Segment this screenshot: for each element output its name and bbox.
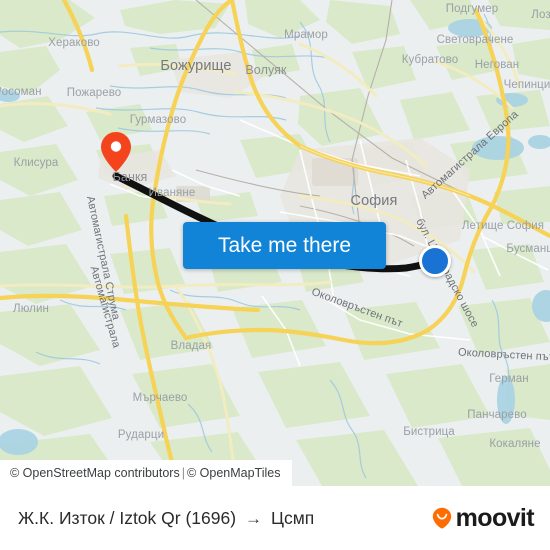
take-me-there-button[interactable]: Take me there: [183, 222, 386, 269]
map-share-card: Подгумер Лоз Мрамор Световрачене Хераково Куб…: [0, 0, 550, 550]
arrow-right-icon: →: [245, 508, 263, 528]
moovit-logo[interactable]: moovit: [431, 503, 535, 532]
map-viewport[interactable]: Подгумер Лоз Мрамор Световрачене Хераково Куб…: [0, 0, 550, 486]
map-attribution: © OpenStreetMap contributors | © OpenMapTi…: [0, 460, 293, 486]
openmaptiles-attribution-link[interactable]: © OpenMapTiles: [187, 466, 281, 480]
origin-pin-icon[interactable]: [101, 132, 131, 172]
route-destination-label: Цсмп: [271, 507, 315, 528]
route-title: Ж.К. Изток / Iztok Qr (1696) → Цсмп: [18, 508, 431, 529]
footer-bar: Ж.К. Изток / Iztok Qr (1696) → Цсмп moov…: [0, 486, 550, 550]
destination-dot-icon[interactable]: [419, 245, 451, 277]
attribution-separator: |: [181, 466, 185, 480]
moovit-pin-icon: [432, 507, 451, 529]
route-origin-label: Ж.К. Изток / Iztok Qr (1696): [18, 507, 237, 528]
osm-attribution-link[interactable]: © OpenStreetMap contributors: [10, 466, 180, 480]
moovit-wordmark: moovit: [455, 503, 535, 532]
